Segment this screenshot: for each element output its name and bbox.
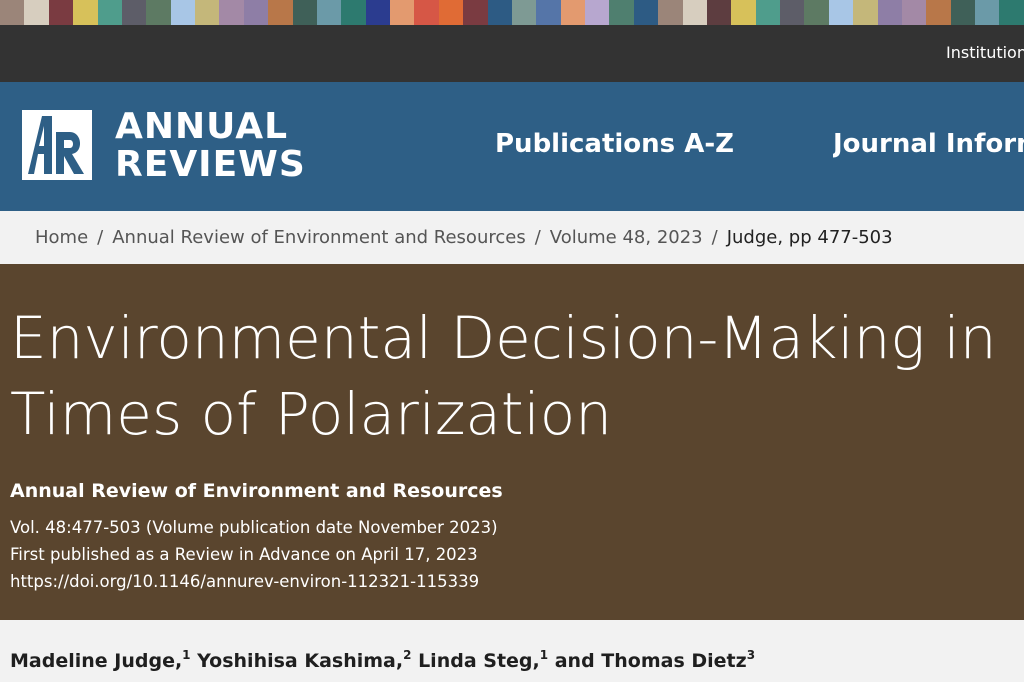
color-swatch: [121, 0, 147, 25]
color-swatch: [975, 0, 1000, 25]
color-swatch: [438, 0, 464, 25]
breadcrumb-separator: /: [534, 227, 541, 248]
institutional-login-link[interactable]: Institutional: [946, 43, 1024, 62]
breadcrumb-volume[interactable]: Volume 48, 2023: [550, 227, 703, 248]
color-swatch: [292, 0, 317, 25]
color-swatch: [0, 0, 25, 25]
author-name[interactable]: Madeline Judge,: [10, 650, 182, 672]
breadcrumb-separator: /: [711, 227, 718, 248]
logo-line-reviews: REVIEWS: [115, 144, 306, 185]
color-swatch: [999, 0, 1024, 25]
color-swatch: [901, 0, 927, 25]
color-swatch: [950, 0, 975, 25]
color-swatch: [755, 0, 780, 25]
color-swatch: [706, 0, 732, 25]
color-strip: [0, 0, 1024, 25]
color-swatch: [316, 0, 342, 25]
article-title: Environmental Decision-Making in Times o…: [10, 300, 1010, 452]
annual-reviews-wordmark[interactable]: ANNUAL REVIEWS: [115, 108, 306, 184]
color-swatch: [48, 0, 74, 25]
color-swatch: [609, 0, 634, 25]
article-meta: Vol. 48:477-503 (Volume publication date…: [10, 514, 498, 595]
color-swatch: [463, 0, 488, 25]
color-swatch: [536, 0, 561, 25]
color-swatch: [780, 0, 805, 25]
author-name[interactable]: and Thomas Dietz: [555, 650, 747, 672]
color-swatch: [560, 0, 585, 25]
annual-reviews-logo-icon[interactable]: [22, 110, 92, 180]
site-header: ANNUAL REVIEWS Publications A-Z Journal …: [0, 82, 1024, 211]
breadcrumb: Home / Annual Review of Environment and …: [0, 211, 1024, 264]
color-swatch: [365, 0, 390, 25]
breadcrumb-journal[interactable]: Annual Review of Environment and Resourc…: [112, 227, 525, 248]
color-swatch: [97, 0, 122, 25]
page: Institutional ANNUAL REVIEWS Publication…: [0, 0, 1024, 682]
author-affiliation: 1: [539, 648, 549, 662]
color-swatch: [487, 0, 512, 25]
color-swatch: [511, 0, 537, 25]
volume-info: Vol. 48:477-503 (Volume publication date…: [10, 518, 498, 537]
color-swatch: [585, 0, 610, 25]
color-swatch: [633, 0, 659, 25]
author-affiliation: 3: [746, 648, 756, 662]
breadcrumb-separator: /: [97, 227, 104, 248]
color-swatch: [926, 0, 951, 25]
author-name[interactable]: Linda Steg,: [418, 650, 540, 672]
color-swatch: [170, 0, 195, 25]
doi-link[interactable]: https://doi.org/10.1146/annurev-environ-…: [10, 568, 498, 595]
article-title-line-2: Times of Polarization: [10, 380, 613, 448]
color-swatch: [243, 0, 269, 25]
color-swatch: [73, 0, 98, 25]
nav-publications-a-z[interactable]: Publications A-Z: [495, 129, 734, 159]
color-swatch: [268, 0, 293, 25]
color-swatch: [853, 0, 878, 25]
color-swatch: [658, 0, 683, 25]
nav-journal-information[interactable]: Journal Information: [833, 129, 1024, 159]
color-swatch: [731, 0, 756, 25]
article-journal-name[interactable]: Annual Review of Environment and Resourc…: [10, 480, 503, 502]
color-swatch: [804, 0, 829, 25]
color-swatch: [390, 0, 415, 25]
color-swatch: [414, 0, 439, 25]
breadcrumb-home[interactable]: Home: [35, 227, 88, 248]
color-swatch: [195, 0, 220, 25]
author-list: Madeline Judge,1 Yoshihisa Kashima,2 Lin…: [10, 648, 755, 672]
color-swatch: [146, 0, 171, 25]
color-swatch: [682, 0, 707, 25]
logo-line-annual: ANNUAL: [115, 106, 289, 147]
breadcrumb-current: Judge, pp 477-503: [726, 227, 893, 248]
color-swatch: [24, 0, 49, 25]
author-name[interactable]: Yoshihisa Kashima,: [197, 650, 403, 672]
color-swatch: [341, 0, 366, 25]
advance-info: First published as a Review in Advance o…: [10, 545, 478, 564]
author-affiliation: 1: [182, 648, 191, 662]
article-hero: Environmental Decision-Making in Times o…: [0, 264, 1024, 620]
color-swatch: [877, 0, 902, 25]
author-affiliation: 2: [403, 648, 412, 662]
color-swatch: [828, 0, 854, 25]
color-swatch: [219, 0, 244, 25]
article-title-line-1: Environmental Decision-Making in: [10, 304, 997, 372]
utility-bar: Institutional: [0, 25, 1024, 82]
